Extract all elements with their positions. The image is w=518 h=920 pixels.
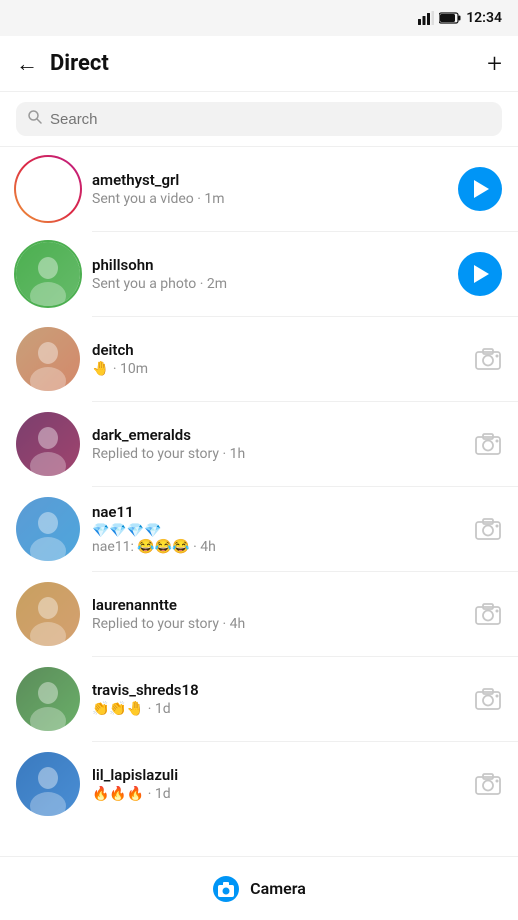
message-item[interactable]: lil_lapislazuli 🔥🔥🔥 · 1d: [0, 742, 518, 826]
avatar-wrapper: [16, 242, 80, 306]
message-item[interactable]: travis_shreds18 👏👏🤚 · 1d: [0, 657, 518, 741]
message-action[interactable]: [458, 252, 502, 296]
message-item[interactable]: dark_emeralds Replied to your story · 1h: [0, 402, 518, 486]
message-content: lil_lapislazuli 🔥🔥🔥 · 1d: [92, 766, 462, 802]
message-content: nae11 💎💎💎💎nae11: 😂😂😂 · 4h: [92, 503, 462, 555]
message-item[interactable]: nae11 💎💎💎💎nae11: 😂😂😂 · 4h: [0, 487, 518, 571]
search-box[interactable]: [16, 102, 502, 136]
status-icons: 12:34: [418, 10, 502, 26]
message-content: laurenanntte Replied to your story · 4h: [92, 596, 462, 632]
message-content: amethyst_grl Sent you a video · 1m: [92, 171, 446, 207]
message-preview: 🤚 · 10m: [92, 361, 462, 377]
message-content: travis_shreds18 👏👏🤚 · 1d: [92, 681, 462, 717]
message-content: deitch 🤚 · 10m: [92, 341, 462, 377]
search-container: [0, 92, 518, 147]
avatar: [16, 667, 80, 731]
message-item[interactable]: deitch 🤚 · 10m: [0, 317, 518, 401]
avatar: [16, 327, 80, 391]
message-action[interactable]: [458, 167, 502, 211]
camera-icon[interactable]: [474, 345, 502, 373]
add-button[interactable]: +: [487, 51, 502, 77]
message-action[interactable]: [474, 515, 502, 543]
message-username: travis_shreds18: [92, 681, 462, 699]
message-username: laurenanntte: [92, 596, 462, 614]
back-button[interactable]: ←: [16, 47, 46, 81]
message-preview: Sent you a video · 1m: [92, 191, 446, 207]
message-preview: Sent you a photo · 2m: [92, 276, 446, 292]
message-preview: 🔥🔥🔥 · 1d: [92, 786, 462, 802]
message-preview: 👏👏🤚 · 1d: [92, 701, 462, 717]
message-action[interactable]: [474, 345, 502, 373]
camera-icon[interactable]: [474, 770, 502, 798]
avatar-wrapper: [16, 412, 80, 476]
message-username: dark_emeralds: [92, 426, 462, 444]
avatar-wrapper: [16, 752, 80, 816]
story-ring: [14, 155, 82, 223]
avatar: [16, 497, 80, 561]
avatar: [16, 582, 80, 646]
camera-icon[interactable]: [474, 515, 502, 543]
avatar-wrapper: [16, 157, 80, 221]
play-button[interactable]: [458, 167, 502, 211]
message-preview: Replied to your story · 4h: [92, 616, 462, 632]
page-title: Direct: [50, 51, 487, 76]
message-action[interactable]: [474, 685, 502, 713]
avatar-wrapper: [16, 497, 80, 561]
message-preview: Replied to your story · 1h: [92, 446, 462, 462]
message-username: phillsohn: [92, 256, 446, 274]
message-content: phillsohn Sent you a photo · 2m: [92, 256, 446, 292]
message-item[interactable]: amethyst_grl Sent you a video · 1m: [0, 147, 518, 231]
status-bar: 12:34: [0, 0, 518, 36]
camera-icon[interactable]: [474, 430, 502, 458]
signal-icon: [418, 11, 434, 25]
message-action[interactable]: [474, 600, 502, 628]
message-action[interactable]: [474, 770, 502, 798]
camera-label: Camera: [250, 879, 306, 898]
messages-list: amethyst_grl Sent you a video · 1m phills…: [0, 147, 518, 826]
battery-icon: [439, 12, 461, 24]
message-item[interactable]: phillsohn Sent you a photo · 2m: [0, 232, 518, 316]
message-preview: 💎💎💎💎nae11: 😂😂😂 · 4h: [92, 523, 462, 555]
bottom-bar[interactable]: Camera: [0, 856, 518, 920]
story-ring: [14, 240, 82, 308]
avatar: [16, 412, 80, 476]
search-icon: [28, 110, 42, 128]
camera-icon[interactable]: [474, 600, 502, 628]
camera-icon[interactable]: [474, 685, 502, 713]
message-username: lil_lapislazuli: [92, 766, 462, 784]
avatar: [16, 752, 80, 816]
avatar-wrapper: [16, 327, 80, 391]
avatar-wrapper: [16, 667, 80, 731]
message-username: nae11: [92, 503, 462, 521]
status-time: 12:34: [466, 10, 502, 26]
message-action[interactable]: [474, 430, 502, 458]
play-button[interactable]: [458, 252, 502, 296]
top-nav: ← Direct +: [0, 36, 518, 92]
camera-bottom-icon: [212, 875, 240, 903]
avatar-wrapper: [16, 582, 80, 646]
message-content: dark_emeralds Replied to your story · 1h: [92, 426, 462, 462]
message-item[interactable]: laurenanntte Replied to your story · 4h: [0, 572, 518, 656]
search-input[interactable]: [50, 111, 490, 128]
message-username: amethyst_grl: [92, 171, 446, 189]
message-username: deitch: [92, 341, 462, 359]
